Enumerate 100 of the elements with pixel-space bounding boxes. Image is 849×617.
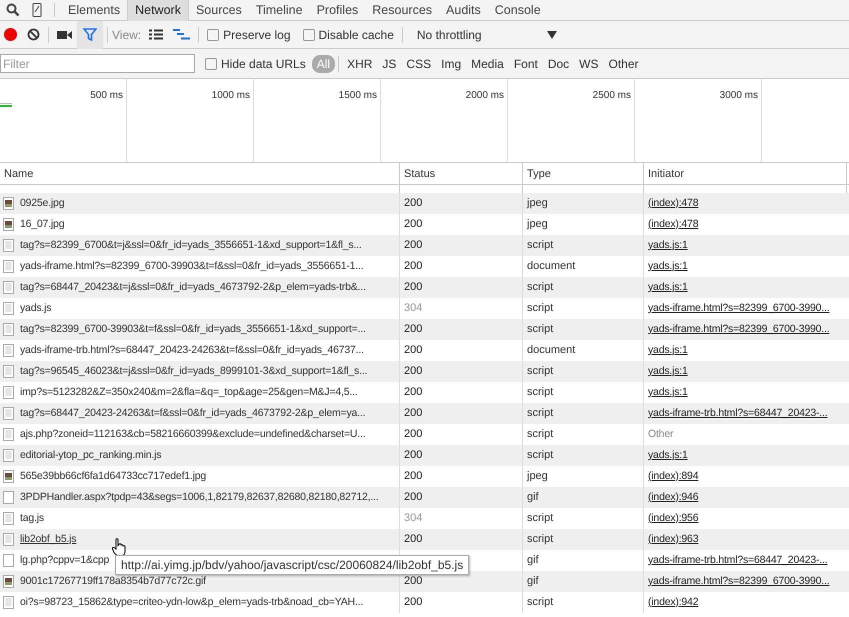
- request-name[interactable]: 16_07.jpg: [20, 216, 64, 232]
- request-name[interactable]: 565e39bb66cf6fa1d64733cc717edef1.jpg: [20, 468, 206, 484]
- type-filter-tab[interactable]: Img: [436, 54, 466, 72]
- initiator-link[interactable]: yads.js:1: [648, 342, 688, 358]
- resource-type: document: [527, 343, 576, 358]
- caret-icon: [546, 30, 557, 38]
- request-name[interactable]: yads.js: [20, 300, 52, 316]
- initiator-link[interactable]: (index):963: [648, 532, 698, 548]
- panel-tab[interactable]: Network: [127, 0, 189, 20]
- type-filter-tab[interactable]: Other: [604, 54, 644, 72]
- request-row[interactable]: tag?s=68447_20423&t=j&ssl=0&fr_id=yads_4673792-2&p_elem=yads-trb&... 200 script yads.js:1: [0, 277, 849, 298]
- request-name[interactable]: yads-iframe.html?s=82399_6700-39903&t=f&ssl=0&fr_id=yads_3556651-1...: [20, 258, 364, 274]
- panel-tab[interactable]: Console: [488, 0, 548, 20]
- request-row[interactable]: tag?s=68447_20423-24263&t=f&ssl=0&fr_id=yads_4673792-2&p_elem=ya... 200 script yads-iframe-trb.html?s=68447_20423-...: [0, 403, 849, 424]
- resource-type: script: [527, 301, 554, 316]
- request-row[interactable]: tag?s=82399_6700&t=j&ssl=0&fr_id=yads_3556651-1&xd_support=1&fl_s... 200 script yads.js:1: [0, 235, 849, 256]
- type-filter-tab[interactable]: XHR: [342, 54, 378, 72]
- image-thumbnail-icon: [3, 575, 14, 588]
- request-name[interactable]: 9001c17267719ff178a8354b7d77c72c.gif: [20, 574, 206, 590]
- document-icon: [3, 281, 14, 294]
- initiator-link[interactable]: yads.js:1: [648, 258, 688, 274]
- request-row[interactable]: 3PDPHandler.aspx?tpdp=43&segs=1006,1,82179,82637,82680,82180,82712,... 200 gif (index):946: [0, 487, 849, 508]
- column-header[interactable]: Name: [0, 163, 400, 185]
- list-view-icon[interactable]: [149, 29, 164, 40]
- type-filter-tab[interactable]: CSS: [401, 54, 436, 72]
- request-name[interactable]: imp?s=5123282&Z=350x240&m=2&fla=&q=_top&age=25&gen=M&J=4,5...: [20, 384, 358, 400]
- phone-icon[interactable]: [32, 3, 42, 17]
- request-name[interactable]: yads-iframe-trb.html?s=68447_20423-24263&t=f&ssl=0&fr_id=yads_46737...: [20, 342, 364, 358]
- request-name[interactable]: tag?s=68447_20423&t=j&ssl=0&fr_id=yads_4673792-2&p_elem=yads-trb&...: [20, 280, 366, 296]
- initiator-link[interactable]: (index):956: [648, 510, 698, 526]
- search-icon[interactable]: [6, 3, 20, 17]
- panel-tab[interactable]: Elements: [61, 0, 128, 20]
- request-name[interactable]: lg.php?cppv=1&cpp: [20, 552, 110, 568]
- resource-type: gif: [527, 490, 539, 506]
- type-filter-tab[interactable]: WS: [574, 54, 604, 72]
- panel-tab[interactable]: Audits: [439, 0, 488, 20]
- url-tooltip: http://ai.yimg.jp/bdv/yahoo/javascript/csc/20060824/lib2obf_b5.js: [115, 555, 470, 575]
- request-name[interactable]: oi?s=98723_15862&type=criteo-ydn-low&p_elem=yads-trb&noad_cb=YAH...: [20, 594, 364, 610]
- request-row[interactable]: 9001c17267719ff178a8354b7d77c72c.gif 200 gif yads-iframe.html?s=82399_6700-3990...: [0, 571, 849, 592]
- request-row[interactable]: editorial-ytop_pc_ranking.min.js 200 script yads.js:1: [0, 445, 849, 466]
- document-icon: [3, 512, 14, 525]
- request-row[interactable]: lib2obf_b5.js 200 script (index):963: [0, 529, 849, 550]
- resource-type: script: [527, 322, 554, 338]
- request-row[interactable]: tag?s=96545_46023&t=j&ssl=0&fr_id=yads_8999101-3&xd_support=1&fl_s... 200 script yads.js:1: [0, 361, 849, 382]
- request-name[interactable]: tag?s=68447_20423-24263&t=f&ssl=0&fr_id=yads_4673792-2&p_elem=ya...: [20, 406, 366, 422]
- initiator-link[interactable]: yads-iframe-trb.html?s=68447_20423-...: [648, 406, 828, 422]
- request-name[interactable]: editorial-ytop_pc_ranking.min.js: [20, 448, 162, 464]
- initiator-link[interactable]: yads.js:1: [648, 238, 688, 254]
- request-row[interactable]: 0925e.jpg 200 jpeg (index):478: [0, 193, 849, 214]
- column-header[interactable]: Initiator: [644, 163, 847, 185]
- request-name[interactable]: tag?s=82399_6700&t=j&ssl=0&fr_id=yads_3556651-1&xd_support=1&fl_s...: [20, 238, 362, 254]
- hide-data-urls-checkbox[interactable]: Hide data URLs: [205, 54, 306, 72]
- checkbox[interactable]: [302, 28, 315, 40]
- type-filter-tab[interactable]: Media: [466, 54, 509, 72]
- waterfall-view-icon[interactable]: [173, 29, 190, 40]
- type-filter-tab[interactable]: Font: [508, 54, 543, 72]
- column-header[interactable]: Type: [523, 163, 644, 185]
- initiator-link[interactable]: yads.js:1: [648, 384, 688, 400]
- request-name[interactable]: tag?s=82399_6700-39903&t=f&ssl=0&fr_id=yads_3556651-1&xd_support=...: [20, 322, 366, 338]
- initiator-link[interactable]: yads-iframe.html?s=82399_6700-3990...: [648, 300, 830, 316]
- resource-type: script: [527, 511, 554, 526]
- initiator-link[interactable]: yads.js:1: [648, 364, 688, 380]
- initiator-link[interactable]: (index):946: [648, 490, 698, 506]
- clear-icon[interactable]: [27, 28, 40, 41]
- status-code: 200: [404, 343, 422, 358]
- panel-tab[interactable]: Timeline: [248, 0, 310, 20]
- request-name[interactable]: 3PDPHandler.aspx?tpdp=43&segs=1006,1,82179,82637,82680,82180,82712,...: [20, 490, 378, 506]
- record-button[interactable]: [4, 28, 17, 41]
- status-code: 200: [404, 217, 422, 232]
- panel-tab[interactable]: Sources: [188, 0, 249, 20]
- initiator-link[interactable]: yads.js:1: [648, 448, 688, 464]
- request-name[interactable]: ajs.php?zoneid=112163&cb=58216660399&exclude=undefined&charset=U...: [20, 426, 366, 442]
- type-filter-tab[interactable]: JS: [377, 54, 402, 72]
- camera-icon[interactable]: [57, 30, 72, 40]
- panel-tab[interactable]: Profiles: [310, 0, 366, 20]
- request-row[interactable]: tag?s=82399_6700-39903&t=f&ssl=0&fr_id=yads_3556651-1&xd_support=... 200 script yads-iframe.html?s=82399_6700-3990...: [0, 319, 849, 340]
- initiator-link[interactable]: (index):942: [648, 594, 698, 610]
- initiator-link[interactable]: yads-iframe-trb.html?s=68447_20423-...: [648, 552, 828, 568]
- initiator-link[interactable]: yads-iframe.html?s=82399_6700-3990...: [648, 574, 830, 590]
- initiator-link[interactable]: (index):478: [648, 216, 698, 232]
- filter-field[interactable]: Filter: [0, 54, 195, 73]
- initiator-link[interactable]: yads-iframe.html?s=82399_6700-3990...: [648, 322, 830, 338]
- panel-tab[interactable]: Resources: [365, 0, 440, 20]
- request-name[interactable]: tag?s=96545_46023&t=j&ssl=0&fr_id=yads_8999101-3&xd_support=1&fl_s...: [20, 364, 368, 380]
- time-tick: 2000 ms: [466, 89, 504, 100]
- request-name[interactable]: lib2obf_b5.js: [20, 532, 76, 548]
- filter-button[interactable]: [77, 20, 103, 48]
- column-header[interactable]: Status: [400, 163, 523, 185]
- initiator-link[interactable]: (index):478: [648, 196, 698, 212]
- preserve-log-checkbox[interactable]: Preserve log: [207, 26, 291, 44]
- request-name[interactable]: tag.js: [20, 510, 44, 526]
- checkbox[interactable]: [207, 28, 220, 40]
- disable-cache-checkbox[interactable]: Disable cache: [302, 26, 394, 44]
- request-name[interactable]: 0925e.jpg: [20, 196, 64, 212]
- checkbox[interactable]: [205, 58, 217, 70]
- initiator-link[interactable]: yads.js:1: [648, 280, 688, 296]
- type-filter-tab[interactable]: Doc: [542, 54, 574, 72]
- throttling-dropdown[interactable]: No throttling: [416, 26, 557, 44]
- initiator-link[interactable]: (index):894: [648, 468, 698, 484]
- status-code: 200: [404, 238, 422, 254]
